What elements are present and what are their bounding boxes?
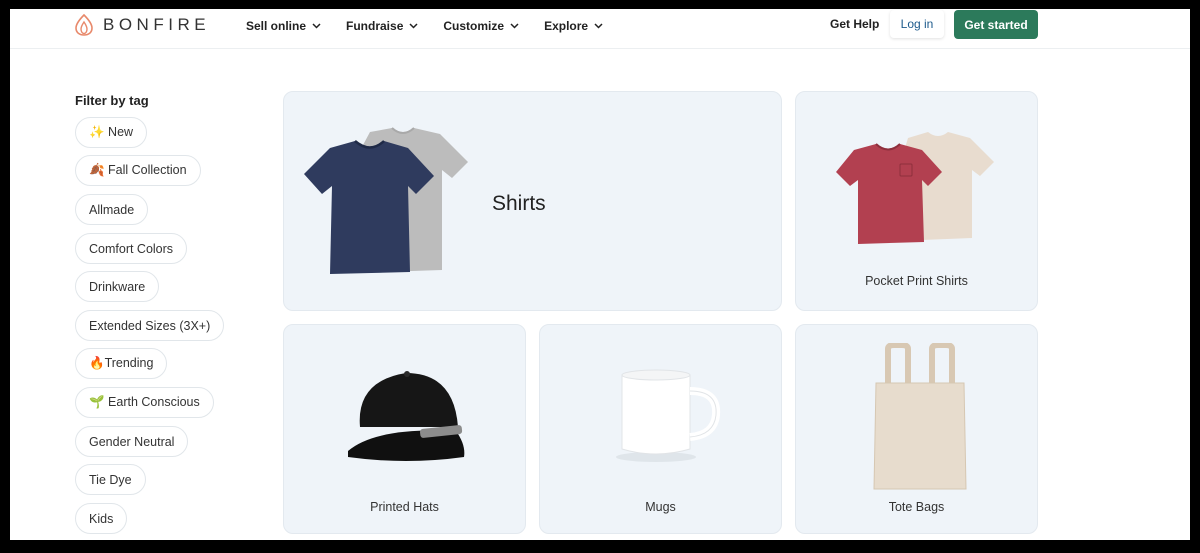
tag-fall-collection[interactable]: 🍂 Fall Collection: [75, 155, 201, 186]
tag-trending[interactable]: 🔥Trending: [75, 348, 168, 379]
nav-label: Fundraise: [346, 19, 404, 33]
cap-icon: [348, 371, 465, 461]
tag-extended-sizes[interactable]: Extended Sizes (3X+): [75, 310, 225, 341]
pocket-tshirt-icon: [836, 132, 994, 244]
tag-allmade[interactable]: Allmade: [75, 194, 149, 225]
chevron-down-icon: [594, 23, 603, 29]
product-label: Printed Hats: [370, 500, 439, 514]
main-nav: Sell online Fundraise Customize Explore: [246, 19, 603, 33]
product-label: Shirts: [492, 192, 546, 215]
brand-name: BONFIRE: [103, 15, 211, 34]
product-label: Tote Bags: [888, 500, 945, 514]
tag-tie-dye[interactable]: Tie Dye: [75, 464, 146, 495]
tag-gender-neutral[interactable]: Gender Neutral: [75, 426, 189, 457]
mug-icon: [616, 369, 721, 462]
chevron-down-icon: [409, 23, 418, 29]
nav-label: Explore: [544, 19, 589, 33]
top-nav-bar: BONFIRE Sell online Fundraise Customize …: [10, 9, 1190, 49]
nav-label: Sell online: [246, 19, 307, 33]
tag-new[interactable]: ✨ New: [75, 117, 148, 148]
tag-comfort-colors[interactable]: Comfort Colors: [75, 233, 188, 264]
filter-title: Filter by tag: [75, 93, 149, 108]
page-frame: BONFIRE Sell online Fundraise Customize …: [10, 9, 1190, 540]
chevron-down-icon: [510, 23, 519, 29]
tshirt-stack-icon: [304, 127, 468, 274]
tag-earth-conscious[interactable]: 🌱 Earth Conscious: [75, 387, 214, 418]
brand-logo[interactable]: BONFIRE: [73, 13, 210, 37]
product-card-tote-bags[interactable]: Tote Bags: [795, 324, 1038, 534]
product-label: Mugs: [645, 500, 676, 514]
login-button[interactable]: Log in: [890, 10, 944, 38]
product-card-shirts[interactable]: Shirts: [283, 91, 782, 311]
get-help-link[interactable]: Get Help: [830, 17, 879, 31]
product-card-mugs[interactable]: Mugs: [539, 324, 782, 534]
get-started-button[interactable]: Get started: [954, 10, 1038, 39]
nav-explore[interactable]: Explore: [544, 19, 603, 33]
nav-sell-online[interactable]: Sell online: [246, 19, 321, 33]
chevron-down-icon: [312, 23, 321, 29]
tag-kids[interactable]: Kids: [75, 503, 128, 534]
product-label: Pocket Print Shirts: [865, 274, 968, 288]
nav-customize[interactable]: Customize: [443, 19, 519, 33]
flame-logo-icon: [75, 13, 93, 36]
product-card-printed-hats[interactable]: Printed Hats: [283, 324, 526, 534]
product-card-pocket-print-shirts[interactable]: Pocket Print Shirts: [795, 91, 1038, 311]
tote-bag-icon: [873, 343, 967, 490]
tag-drinkware[interactable]: Drinkware: [75, 271, 160, 302]
nav-fundraise[interactable]: Fundraise: [346, 19, 418, 33]
nav-label: Customize: [443, 19, 505, 33]
